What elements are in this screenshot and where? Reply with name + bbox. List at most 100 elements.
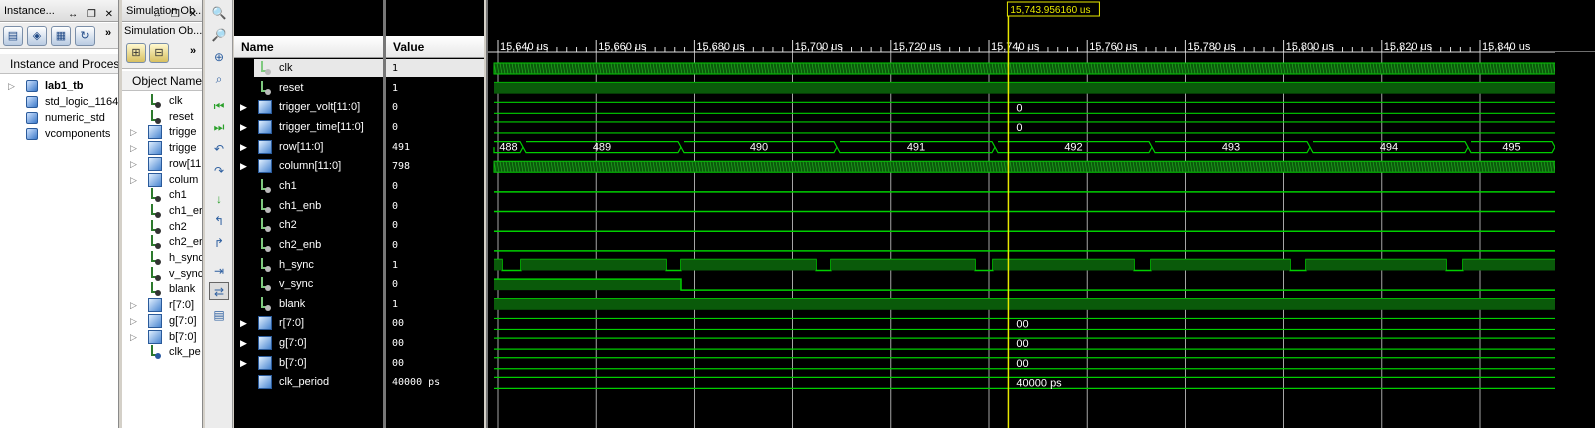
- signal-name[interactable]: trigger_volt[11:0]: [279, 98, 360, 117]
- expand-arrow-icon[interactable]: ▷: [130, 297, 137, 313]
- signal-icon: [260, 237, 272, 252]
- waveform-canvas[interactable]: 15,640 us 15,660 us 15,680 us 15,700 us 15,7…: [486, 0, 1595, 428]
- go-start-icon[interactable]: ⏮: [209, 97, 229, 115]
- expand-arrow-icon[interactable]: ▷: [130, 140, 137, 156]
- signal-name[interactable]: g[7:0]: [279, 334, 307, 353]
- object-list-item[interactable]: v_sync: [122, 266, 202, 282]
- panel-window-controls[interactable]: ↔ ❐ ✕: [152, 4, 200, 21]
- grid-icon[interactable]: ▤: [209, 306, 229, 324]
- refresh-icon[interactable]: ↻: [75, 26, 95, 46]
- signal-name[interactable]: clk_period: [279, 373, 329, 392]
- bus-signal-icon: [148, 313, 162, 328]
- signal-name[interactable]: b[7:0]: [279, 354, 307, 373]
- object-list-item[interactable]: ▷ b[7:0]: [122, 329, 202, 345]
- cube-view-icon[interactable]: ◈: [27, 26, 47, 46]
- overflow-chevron-icon[interactable]: »: [190, 45, 196, 57]
- object-list-item[interactable]: ▷ trigge: [122, 140, 202, 156]
- time-tick-label: 15,780 us: [1187, 41, 1236, 53]
- signal-icon: [260, 178, 272, 193]
- object-list-item[interactable]: reset: [122, 109, 202, 125]
- object-list-item[interactable]: ch2: [122, 219, 202, 235]
- go-end-icon[interactable]: ⏭: [209, 118, 229, 136]
- expand-arrow-icon[interactable]: ▶: [240, 122, 247, 133]
- signal-icon: [260, 61, 272, 75]
- prev-marker-icon[interactable]: ↰: [209, 212, 229, 230]
- signal-icon: [260, 218, 272, 233]
- time-tick-label: 15,700 us: [795, 41, 844, 53]
- signal-name[interactable]: ch2: [279, 216, 297, 235]
- zoom-out-icon[interactable]: 🔎: [209, 26, 229, 44]
- expand-arrow-icon[interactable]: ▶: [240, 318, 247, 329]
- value-column-header[interactable]: Value: [386, 36, 484, 58]
- object-name-label: clk: [169, 95, 183, 107]
- signal-icon: [150, 266, 162, 281]
- signal-name[interactable]: clk: [279, 59, 292, 78]
- name-column-header[interactable]: Name: [234, 36, 383, 58]
- snap-icon[interactable]: ⇥: [209, 262, 229, 280]
- expand-arrow-icon[interactable]: ▷: [130, 329, 137, 345]
- zoom-in-icon[interactable]: 🔍: [209, 4, 229, 22]
- expand-arrow-icon[interactable]: ▶: [240, 338, 247, 349]
- instance-tree-item[interactable]: vcomponents: [0, 126, 118, 142]
- signal-icon: [260, 277, 272, 292]
- panel-window-controls[interactable]: ↔ ❐ ✕: [68, 4, 116, 21]
- signal-name[interactable]: trigger_time[11:0]: [279, 118, 364, 137]
- hsync-high-fill: [681, 259, 816, 271]
- document-icon[interactable]: ▦: [51, 26, 71, 46]
- next-transition-icon[interactable]: ↷: [209, 162, 229, 180]
- instance-tree-item[interactable]: ▷ lab1_tb: [0, 78, 118, 94]
- hierarchy-icon[interactable]: ▤: [3, 26, 23, 46]
- expand-arrow-icon[interactable]: ▷: [130, 156, 137, 172]
- object-list-item[interactable]: ▷ colum: [122, 172, 202, 188]
- waveform-svg[interactable]: 15,640 us 15,660 us 15,680 us 15,700 us 15,7…: [488, 0, 1595, 428]
- object-list-item[interactable]: ▷ trigge: [122, 124, 202, 140]
- object-list-item[interactable]: ▷ row[11: [122, 156, 202, 172]
- signal-name[interactable]: reset: [279, 79, 303, 98]
- signal-name[interactable]: v_sync: [279, 275, 313, 294]
- expand-arrow-icon[interactable]: ▷: [130, 172, 137, 188]
- instance-toolstrip: ▤ ◈ ▦ ↻ »: [0, 23, 118, 49]
- instance-panel: Instance... ↔ ❐ ✕ ▤ ◈ ▦ ↻ » Instance and…: [0, 0, 119, 428]
- object-list-item[interactable]: blank: [122, 281, 202, 297]
- signal-name[interactable]: ch2_enb: [279, 236, 321, 255]
- zoom-fit-icon[interactable]: ⊕: [209, 48, 229, 66]
- expand-arrow-icon[interactable]: ▷: [8, 78, 15, 94]
- overflow-chevron-icon[interactable]: »: [105, 27, 111, 39]
- object-list-item[interactable]: clk: [122, 93, 202, 109]
- prev-transition-icon[interactable]: ↶: [209, 140, 229, 158]
- object-list-item[interactable]: ▷ g[7:0]: [122, 313, 202, 329]
- instance-column-header[interactable]: Instance and Process: [0, 54, 118, 74]
- input-filter-icon[interactable]: ⊟: [149, 43, 169, 63]
- expand-arrow-icon[interactable]: ▶: [240, 358, 247, 369]
- zoom-area-icon[interactable]: ⌕: [209, 70, 229, 88]
- signal-name[interactable]: column[11:0]: [279, 157, 341, 176]
- expand-arrow-icon[interactable]: ▷: [130, 124, 137, 140]
- signal-name[interactable]: h_sync: [279, 256, 314, 275]
- expand-arrow-icon[interactable]: ▶: [240, 161, 247, 172]
- signal-name[interactable]: blank: [279, 295, 305, 314]
- next-marker-icon[interactable]: ↱: [209, 234, 229, 252]
- object-name-label: ch2: [169, 220, 187, 233]
- object-list-item[interactable]: clk_pe: [122, 344, 202, 360]
- object-list-item[interactable]: ch2_er: [122, 234, 202, 250]
- object-list-item[interactable]: ch1: [122, 187, 202, 203]
- design-unit-icon: [26, 80, 38, 92]
- object-list-item[interactable]: ▷ r[7:0]: [122, 297, 202, 313]
- signal-name[interactable]: ch1_enb: [279, 197, 321, 216]
- object-list-item[interactable]: ch1_er: [122, 203, 202, 219]
- expand-arrow-icon[interactable]: ▶: [240, 102, 247, 113]
- design-unit-icon: [26, 128, 38, 140]
- expand-arrow-icon[interactable]: ▷: [130, 313, 137, 329]
- signal-filter-icon[interactable]: ⊞: [126, 43, 146, 63]
- signal-name[interactable]: row[11:0]: [279, 138, 323, 157]
- instance-tree-item[interactable]: std_logic_1164: [0, 94, 118, 110]
- signal-name[interactable]: r[7:0]: [279, 314, 304, 333]
- signal-name[interactable]: ch1: [279, 177, 297, 196]
- swap-cursors-icon[interactable]: ⇄: [209, 282, 229, 300]
- object-list-item[interactable]: h_sync: [122, 250, 202, 266]
- instance-tree-item[interactable]: numeric_std: [0, 110, 118, 126]
- expand-arrow-icon[interactable]: ▶: [240, 142, 247, 153]
- selected-value-highlight: [386, 59, 484, 77]
- add-marker-icon[interactable]: ↓: [209, 190, 229, 208]
- object-name-column-header[interactable]: Object Name: [122, 71, 202, 91]
